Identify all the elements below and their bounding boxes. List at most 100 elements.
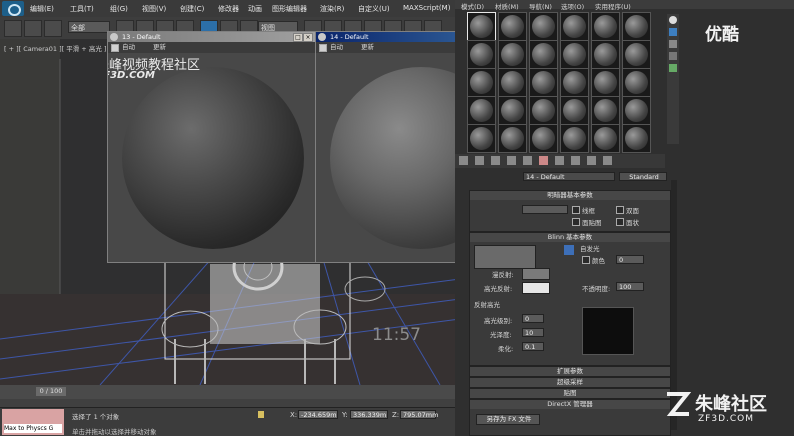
assign-material-icon[interactable] [475,156,484,165]
reset-map-icon[interactable] [491,156,500,165]
material-sample-slot[interactable] [529,12,558,41]
rollout-title[interactable]: 贴图 [470,389,670,398]
maximize-button[interactable]: □ [293,33,303,42]
menu-customize[interactable]: 自定义(U) [358,4,390,14]
menu-mode[interactable]: 模式(D) [461,1,484,11]
menu-modifiers[interactable]: 修改器 [218,4,239,14]
menu-maxscript[interactable]: MAXScript(M) [403,4,450,12]
material-sample-slot[interactable] [529,40,558,69]
menu-navigation[interactable]: 导航(N) [529,1,552,11]
material-sample-slot[interactable] [622,40,651,69]
update-button[interactable]: 更新 [153,42,166,53]
app-logo-icon[interactable] [2,1,24,16]
go-to-parent-icon[interactable] [587,156,596,165]
rollout-title[interactable]: 明暗器基本参数 [470,191,670,200]
put-to-library-icon[interactable] [523,156,532,165]
sample-type-icon[interactable] [669,16,677,24]
glossiness-value[interactable]: 10 [522,328,544,337]
material-sample-slot[interactable] [467,96,496,125]
go-forward-sibling-icon[interactable] [603,156,612,165]
extended-params-rollout[interactable]: 扩展参数 [469,366,671,377]
time-slider-handle[interactable]: 0 / 100 [36,387,66,396]
material-sample-slot[interactable] [591,12,620,41]
material-sample-slot[interactable] [591,40,620,69]
video-color-check-icon[interactable] [669,64,677,72]
rollout-title[interactable]: Blinn 基本参数 [470,233,670,242]
viewport-label[interactable]: [ + ][ Camera01 ][ 平滑 + 高光 ] [4,43,106,53]
make-unique-icon[interactable] [507,156,516,165]
material-sample-slot[interactable] [529,124,558,153]
close-button[interactable]: × [303,33,313,42]
rollout-title[interactable]: DirectX 管理器 [470,400,670,409]
menu-rendering[interactable]: 渲染(R) [320,4,344,14]
material-sample-slot[interactable] [467,12,496,41]
menu-material[interactable]: 材质(M) [495,1,519,11]
material-sample-slot[interactable] [467,68,496,97]
uv-tiling-icon[interactable] [669,52,677,60]
material-sample-slot[interactable] [591,124,620,153]
material-sample-slot[interactable] [622,124,651,153]
material-sample-slot[interactable] [498,40,527,69]
y-coord-field[interactable]: 336.339m [350,410,388,419]
opacity-value[interactable]: 100 [616,282,644,291]
faceted-checkbox[interactable] [616,218,624,226]
material-sample-slot[interactable] [560,12,589,41]
diffuse-swatch[interactable] [522,268,550,280]
backlight-icon[interactable] [669,28,677,36]
time-slider[interactable]: 0 / 100 [0,385,460,400]
material-effects-icon[interactable] [539,156,548,165]
show-end-result-icon[interactable] [571,156,580,165]
material-sample-slot[interactable] [498,96,527,125]
menu-view[interactable]: 视图(V) [142,4,166,14]
material-sample-slot[interactable] [560,124,589,153]
ambient-swatch[interactable] [474,245,536,269]
selection-filter-select[interactable]: 全部 [68,21,110,33]
material-sample-slot[interactable] [467,124,496,153]
menu-utilities[interactable]: 实用程序(U) [595,1,631,11]
menu-animation[interactable]: 动画 [248,4,262,14]
bind-spacewarp-icon[interactable] [44,20,62,37]
material-preview-window-13[interactable]: 13 - Default □ × 自动 更新 朱峰视频教程社区 ZF3D.COM [107,31,316,263]
unlink-icon[interactable] [24,20,42,37]
spec-level-value[interactable]: 0 [522,314,544,323]
material-sample-slot[interactable] [498,68,527,97]
face-map-checkbox[interactable] [572,218,580,226]
window-title-bar[interactable]: 13 - Default □ × [108,32,315,42]
show-in-viewport-icon[interactable] [555,156,564,165]
background-icon[interactable] [669,40,677,48]
soften-value[interactable]: 0.1 [522,342,544,351]
maps-rollout[interactable]: 贴图 [469,388,671,399]
material-sample-slot[interactable] [529,96,558,125]
material-sample-slot[interactable] [560,96,589,125]
material-sample-slot[interactable] [498,124,527,153]
self-illum-value[interactable]: 0 [616,255,644,264]
self-illum-color-checkbox[interactable] [582,256,590,264]
link-icon[interactable] [4,20,22,37]
x-coord-field[interactable]: -234.659m [298,410,338,419]
save-fx-button[interactable]: 另存为 FX 文件 [476,414,540,425]
menu-group[interactable]: 组(G) [110,4,128,14]
supersampling-rollout[interactable]: 超级采样 [469,377,671,388]
lock-ambient-icon[interactable] [564,245,574,255]
auto-checkbox[interactable] [111,44,119,52]
material-name-field[interactable]: 14 - Default [523,172,615,181]
material-sample-slot[interactable] [622,12,651,41]
material-sample-slot[interactable] [622,68,651,97]
maxscript-field[interactable]: Max to Physcs G [4,424,62,433]
track-bar[interactable] [0,399,460,408]
maxscript-listener[interactable]: Max to Physcs G [2,409,64,435]
two-sided-checkbox[interactable] [616,206,624,214]
material-sample-slot[interactable] [622,96,651,125]
material-sample-slot[interactable] [560,68,589,97]
material-sample-slot[interactable] [560,40,589,69]
menu-create[interactable]: 创建(C) [180,4,204,14]
material-sample-slot[interactable] [591,68,620,97]
material-sample-slot[interactable] [529,68,558,97]
specular-swatch[interactable] [522,282,550,294]
material-sample-slot[interactable] [498,12,527,41]
material-type-button[interactable]: Standard [619,172,667,181]
material-sample-slot[interactable] [591,96,620,125]
lock-icon[interactable] [258,411,264,418]
auto-checkbox[interactable] [319,44,327,52]
update-button[interactable]: 更新 [361,42,374,53]
